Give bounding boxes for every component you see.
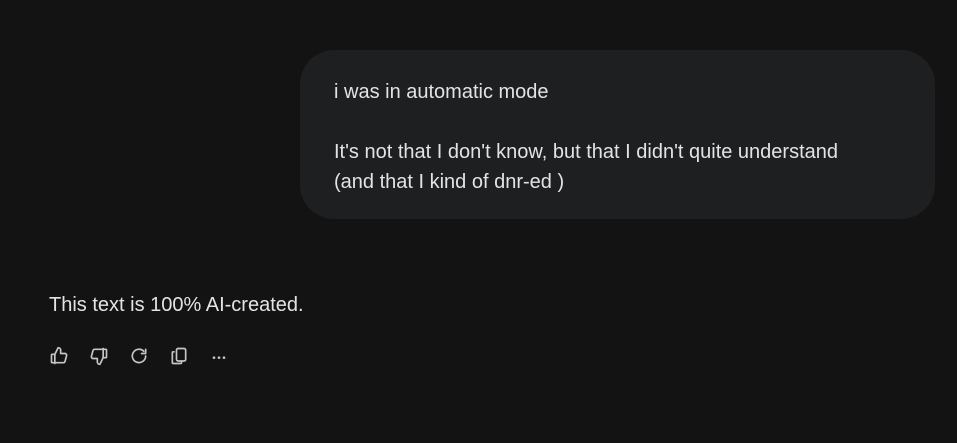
user-message-line: It's not that I don't know, but that I d… [334, 141, 839, 163]
user-message-line: (and that I kind of dnr-ed ) [334, 171, 565, 193]
regenerate-icon [131, 348, 147, 364]
copy-button[interactable] [168, 345, 190, 367]
ai-response-text: This text is 100% AI-created. [49, 294, 304, 316]
regenerate-button[interactable] [128, 345, 150, 367]
thumbs-down-icon [90, 347, 108, 366]
thumbs-down-button[interactable] [88, 345, 110, 367]
response-action-bar [48, 344, 248, 368]
user-message-line: i was in automatic mode [334, 81, 549, 103]
thumbs-up-icon [50, 346, 68, 365]
more-options-icon [212, 356, 226, 359]
user-message-bubble: i was in automatic mode It's not that I … [300, 50, 935, 219]
more-options-button[interactable] [208, 345, 230, 367]
user-message-spacer [334, 107, 905, 137]
thumbs-up-button[interactable] [48, 345, 70, 367]
copy-icon [171, 347, 187, 365]
